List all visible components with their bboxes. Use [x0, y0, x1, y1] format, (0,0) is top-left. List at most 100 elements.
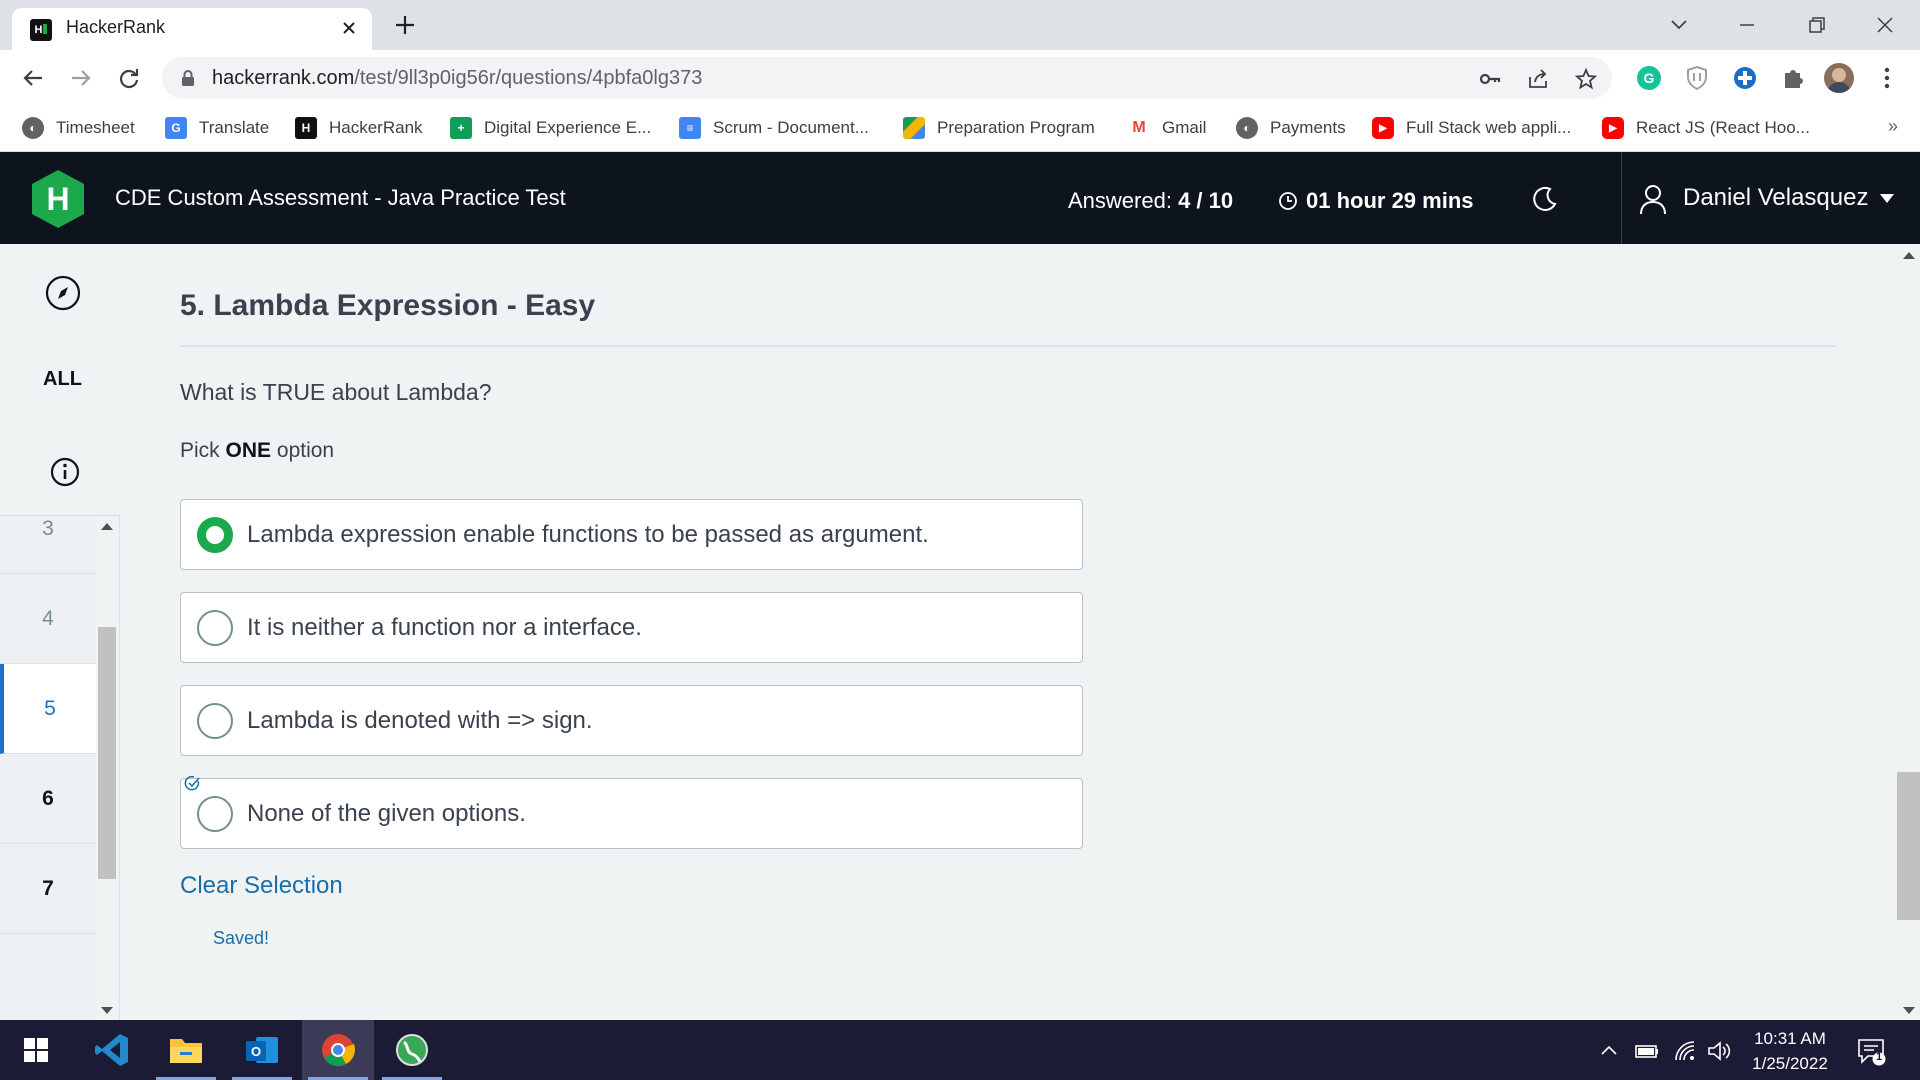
gmail-icon: M	[1128, 117, 1150, 139]
close-window-icon[interactable]	[1870, 10, 1900, 40]
forward-arrow-icon[interactable]	[66, 63, 96, 93]
taskbar-clock[interactable]: 10:31 AM 1/25/2022	[1740, 1026, 1840, 1076]
restore-window-icon[interactable]	[1802, 10, 1832, 40]
clear-selection-link[interactable]: Clear Selection	[180, 872, 343, 900]
bookmark-timesheet[interactable]: ◐ Timesheet	[22, 115, 135, 141]
test-timer: 01 hour 29 mins	[1278, 188, 1474, 214]
taskbar-vscode[interactable]	[76, 1020, 148, 1080]
page-scrollbar[interactable]	[1897, 244, 1920, 1020]
option-3[interactable]: Lambda is denoted with => sign.	[180, 685, 1083, 756]
taskbar-chrome[interactable]	[302, 1020, 374, 1080]
bookmark-star-icon[interactable]	[1574, 67, 1598, 91]
youtube-icon: ▶	[1372, 117, 1394, 139]
lock-icon[interactable]	[180, 69, 196, 87]
browser-tab[interactable]: H HackerRank	[12, 8, 372, 50]
scrollbar-thumb[interactable]	[98, 627, 116, 879]
pick-suffix: option	[276, 439, 335, 462]
info-icon[interactable]	[49, 456, 81, 488]
svg-text:O: O	[251, 1044, 261, 1059]
bookmark-payments[interactable]: ◐ Payments	[1236, 115, 1346, 141]
reload-icon[interactable]	[114, 63, 144, 93]
radio-button[interactable]	[197, 703, 233, 739]
address-bar[interactable]: hackerrank.com/test/9ll3p0ig56r/question…	[162, 57, 1612, 99]
bookmark-react-js[interactable]: ▶ React JS (React Hoo...	[1602, 115, 1810, 141]
header-divider	[1621, 152, 1622, 244]
taskbar-app[interactable]	[376, 1020, 448, 1080]
bookmark-scrum[interactable]: ≡ Scrum - Document...	[679, 115, 869, 141]
question-item-6[interactable]: 6	[0, 754, 96, 844]
dark-mode-moon-icon[interactable]	[1530, 184, 1560, 214]
browser-menu-icon[interactable]	[1872, 63, 1902, 93]
question-item-5[interactable]: 5	[0, 664, 96, 754]
scroll-down-arrow-icon[interactable]	[1903, 1007, 1915, 1014]
bookmark-label: Timesheet	[56, 118, 135, 137]
browser-toolbar: hackerrank.com/test/9ll3p0ig56r/question…	[0, 50, 1920, 106]
extensions-puzzle-icon[interactable]	[1778, 63, 1808, 93]
option-2[interactable]: It is neither a function nor a interface…	[180, 592, 1083, 663]
wifi-icon[interactable]	[1672, 1038, 1698, 1064]
user-menu-caret-icon[interactable]	[1880, 194, 1894, 204]
minimize-window-icon[interactable]	[1732, 10, 1762, 40]
question-list-scrollbar[interactable]	[96, 517, 118, 1020]
tab-title: HackerRank	[66, 17, 166, 37]
google-drive-icon	[903, 117, 925, 139]
option-1[interactable]: Lambda expression enable functions to be…	[180, 499, 1083, 570]
start-button[interactable]	[0, 1020, 72, 1080]
browser-tab-strip: H HackerRank	[0, 0, 1920, 50]
battery-icon[interactable]	[1634, 1038, 1660, 1064]
scroll-up-arrow-icon[interactable]	[1903, 252, 1915, 259]
taskbar-file-explorer[interactable]	[150, 1020, 222, 1080]
radio-button[interactable]	[197, 610, 233, 646]
option-4[interactable]: None of the given options.	[180, 778, 1083, 849]
taskbar-outlook[interactable]: O	[226, 1020, 298, 1080]
more-bookmarks-chevron-icon[interactable]: »	[1888, 116, 1898, 137]
rail-top-section: ALL	[0, 244, 120, 516]
bookmark-label: Preparation Program	[937, 118, 1095, 137]
question-content: 5. Lambda Expression - Easy What is TRUE…	[121, 244, 1897, 1020]
share-icon[interactable]	[1526, 67, 1550, 91]
radio-button[interactable]	[197, 796, 233, 832]
folder-icon	[170, 1039, 202, 1063]
shield-extension-icon[interactable]	[1682, 63, 1712, 93]
scrollbar-thumb[interactable]	[1897, 772, 1920, 920]
check-circle-icon	[184, 775, 200, 791]
bookmark-label: Payments	[1270, 118, 1346, 137]
bitwarden-extension-icon[interactable]	[1730, 63, 1760, 93]
tab-search-chevron-icon[interactable]	[1664, 10, 1694, 40]
globe-icon: ◐	[1236, 117, 1258, 139]
notification-count: 1	[1875, 1051, 1883, 1063]
pick-prefix: Pick	[180, 439, 220, 462]
notification-center-button[interactable]: 1	[1856, 1036, 1886, 1066]
bookmark-preparation-program[interactable]: Preparation Program	[903, 115, 1095, 141]
show-hidden-icons-chevron-icon[interactable]	[1596, 1038, 1622, 1064]
bookmark-gmail[interactable]: M Gmail	[1128, 115, 1206, 141]
user-name[interactable]: Daniel Velasquez	[1683, 184, 1868, 212]
password-key-icon[interactable]	[1478, 67, 1502, 91]
new-tab-icon[interactable]	[392, 12, 418, 38]
bookmark-full-stack[interactable]: ▶ Full Stack web appli...	[1372, 115, 1571, 141]
url-text: hackerrank.com/test/9ll3p0ig56r/question…	[212, 67, 702, 90]
radio-selected[interactable]	[197, 517, 233, 553]
close-tab-icon[interactable]	[338, 17, 360, 39]
bookmark-digital-experience[interactable]: + Digital Experience E...	[450, 115, 651, 141]
pick-bold: ONE	[225, 439, 272, 462]
grammarly-extension-icon[interactable]: G	[1634, 63, 1664, 93]
compass-icon[interactable]	[44, 274, 82, 312]
hackerrank-icon: H	[295, 117, 317, 139]
test-header: H CDE Custom Assessment - Java Practice …	[0, 152, 1920, 244]
bookmark-hackerrank[interactable]: H HackerRank	[295, 115, 423, 141]
bookmark-translate[interactable]: G Translate	[165, 115, 269, 141]
question-navigation-rail: ALL 3 4 5 6 7	[0, 244, 120, 1020]
question-item-3[interactable]: 3	[0, 517, 96, 574]
question-item-7[interactable]: 7	[0, 844, 96, 934]
scroll-down-arrow-icon[interactable]	[101, 1007, 113, 1014]
volume-icon[interactable]	[1706, 1038, 1732, 1064]
google-docs-icon: ≡	[679, 117, 701, 139]
all-questions-button[interactable]: ALL	[0, 368, 125, 391]
scroll-up-arrow-icon[interactable]	[101, 523, 113, 530]
back-arrow-icon[interactable]	[18, 63, 48, 93]
question-item-4[interactable]: 4	[0, 574, 96, 664]
profile-avatar[interactable]	[1824, 63, 1854, 93]
user-icon[interactable]	[1638, 183, 1668, 215]
hackerrank-logo-icon: H	[32, 170, 84, 228]
